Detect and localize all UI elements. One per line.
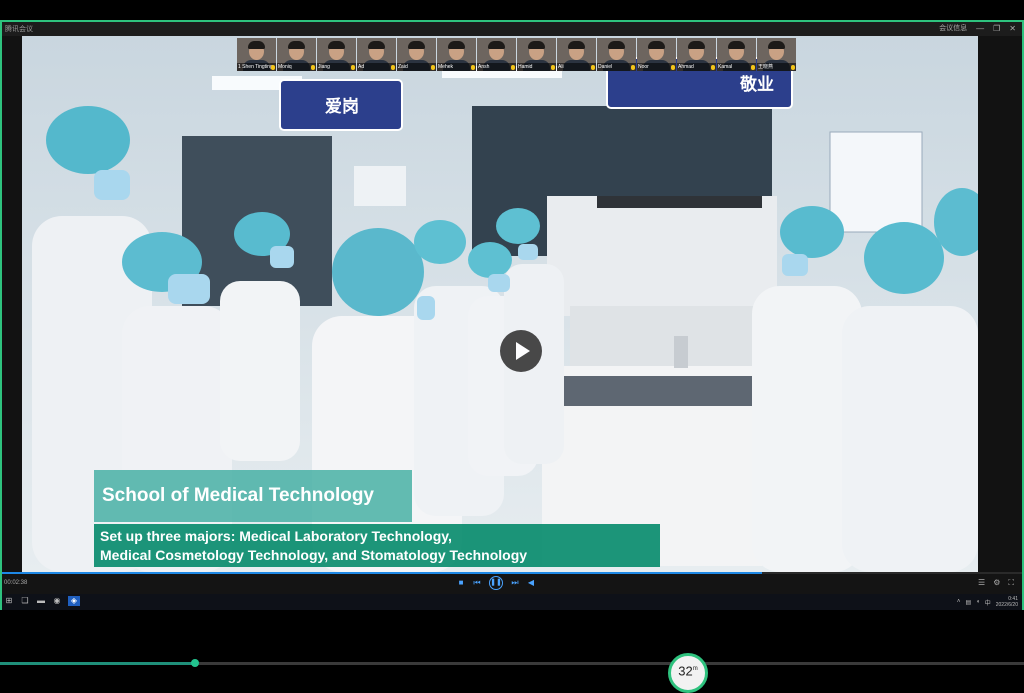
mic-icon bbox=[311, 65, 315, 70]
meeting-info-label[interactable]: 会议信息 bbox=[939, 23, 967, 33]
caption-line-1: Set up three majors: Medical Laboratory … bbox=[100, 528, 452, 544]
windows-taskbar: ⊞ ❑ ▬ ◉ ◈ ˄ ▤ ◖ 中 0:41 2022/6/20 bbox=[2, 594, 1022, 610]
mic-icon bbox=[271, 65, 275, 70]
pause-button[interactable]: ❚❚ bbox=[489, 576, 503, 590]
play-icon bbox=[516, 342, 530, 360]
tray-expand-icon[interactable]: ˄ bbox=[957, 599, 961, 605]
participant-tile[interactable]: Ahmad bbox=[677, 38, 716, 71]
lab-analyzer bbox=[542, 196, 777, 566]
mic-icon bbox=[671, 65, 675, 70]
mic-icon bbox=[351, 65, 355, 70]
timer-unit: m bbox=[692, 666, 698, 672]
participant-tile[interactable]: Ansh bbox=[477, 38, 516, 71]
shared-video[interactable]: 爱岗 敬业 School of Medical Technology Set u… bbox=[22, 36, 978, 572]
participant-tile[interactable]: Noor bbox=[637, 38, 676, 71]
participant-tile[interactable]: Jiang bbox=[317, 38, 356, 71]
mic-icon bbox=[751, 65, 755, 70]
participant-tile[interactable]: Ali bbox=[557, 38, 596, 71]
mic-icon bbox=[511, 65, 515, 70]
video-controls: 00:02:38 ■ ⏮ ❚❚ ⏭ ◀ ☰ ⚙ ⛶ bbox=[2, 572, 1022, 594]
volume-icon[interactable]: ◀ bbox=[527, 579, 535, 587]
timeline-played bbox=[2, 572, 762, 574]
meeting-app-icon[interactable]: ◈ bbox=[68, 596, 80, 606]
next-icon[interactable]: ⏭ bbox=[511, 579, 519, 587]
mic-icon bbox=[591, 65, 595, 70]
participant-tile[interactable]: Mehek bbox=[437, 38, 476, 71]
participant-tile[interactable]: 1 Shen Tingting bbox=[237, 38, 276, 71]
participant-tile[interactable]: Kamal bbox=[717, 38, 756, 71]
play-button[interactable] bbox=[500, 330, 542, 372]
time-code: 00:02:38 bbox=[4, 580, 28, 586]
taskbar-apps: ⊞ ❑ ▬ ◉ ◈ bbox=[4, 596, 80, 606]
speaker-icon[interactable]: ◖ bbox=[976, 599, 980, 605]
mic-icon bbox=[391, 65, 395, 70]
outer-progress-track[interactable] bbox=[0, 662, 1024, 665]
start-icon[interactable]: ⊞ bbox=[4, 596, 14, 606]
system-clock[interactable]: 0:41 2022/6/20 bbox=[996, 596, 1018, 608]
browser-icon[interactable]: ◉ bbox=[52, 596, 62, 606]
outer-player: 32m bbox=[0, 610, 1024, 693]
task-view-icon[interactable]: ❑ bbox=[20, 596, 30, 606]
maximize-icon[interactable]: ❐ bbox=[993, 24, 1000, 33]
outer-progress-knob[interactable] bbox=[190, 659, 199, 667]
timer-badge[interactable]: 32m bbox=[668, 653, 708, 693]
participant-tile[interactable]: Zaid bbox=[397, 38, 436, 71]
system-tray: ˄ ▤ ◖ 中 0:41 2022/6/20 bbox=[957, 596, 1018, 608]
close-icon[interactable]: ✕ bbox=[1009, 24, 1016, 33]
participant-strip: 1 Shen Tingting Moniq Jiang Ad Zaid Mehe… bbox=[237, 38, 796, 71]
mic-icon bbox=[431, 65, 435, 70]
minimize-icon[interactable]: — bbox=[976, 24, 984, 33]
network-icon[interactable]: ▤ bbox=[965, 599, 971, 606]
participant-tile[interactable]: 王晓燕 bbox=[757, 38, 796, 71]
titlebar-controls: 会议信息 — ❐ ✕ bbox=[939, 23, 1016, 33]
mic-icon bbox=[711, 65, 715, 70]
participant-tile[interactable]: Hamid bbox=[517, 38, 556, 71]
caption-title: School of Medical Technology bbox=[94, 470, 412, 522]
video-timeline[interactable] bbox=[2, 572, 1022, 574]
clock-date: 2022/6/20 bbox=[995, 602, 1018, 608]
svg-text:爱岗: 爱岗 bbox=[325, 96, 359, 117]
app-title: 腾讯会议 bbox=[5, 26, 33, 33]
caption-line-2: Medical Cosmetology Technology, and Stom… bbox=[100, 547, 528, 563]
input-method-icon[interactable]: 中 bbox=[985, 598, 991, 607]
meeting-window: 腾讯会议 会议信息 — ❐ ✕ 爱岗 敬业 School of Medical … bbox=[0, 20, 1024, 610]
participant-tile[interactable]: Moniq bbox=[277, 38, 316, 71]
mic-icon bbox=[471, 65, 475, 70]
svg-text:敬业: 敬业 bbox=[739, 74, 774, 95]
timer-value: 32 bbox=[678, 663, 693, 679]
participant-tile[interactable]: Ad bbox=[357, 38, 396, 71]
mic-icon bbox=[631, 65, 635, 70]
fullscreen-icon[interactable]: ⛶ bbox=[1008, 578, 1014, 588]
window-titlebar: 腾讯会议 会议信息 — ❐ ✕ bbox=[2, 22, 1022, 36]
outer-progress-fill bbox=[0, 662, 195, 665]
settings-icon[interactable]: ⚙ bbox=[993, 578, 1000, 588]
player-extra-controls: ☰ ⚙ ⛶ bbox=[978, 578, 1014, 588]
caption-body: Set up three majors: Medical Laboratory … bbox=[94, 524, 660, 567]
folder-icon[interactable]: ▬ bbox=[36, 596, 46, 606]
playback-controls: ■ ⏮ ❚❚ ⏭ ◀ bbox=[457, 576, 535, 590]
sign-left: 爱岗 bbox=[279, 79, 403, 131]
playlist-icon[interactable]: ☰ bbox=[978, 578, 985, 588]
participant-tile[interactable]: Daniel bbox=[597, 38, 636, 71]
previous-icon[interactable]: ⏮ bbox=[473, 579, 481, 587]
mic-icon bbox=[791, 65, 795, 70]
stop-icon[interactable]: ■ bbox=[457, 579, 465, 587]
mic-icon bbox=[551, 65, 555, 70]
